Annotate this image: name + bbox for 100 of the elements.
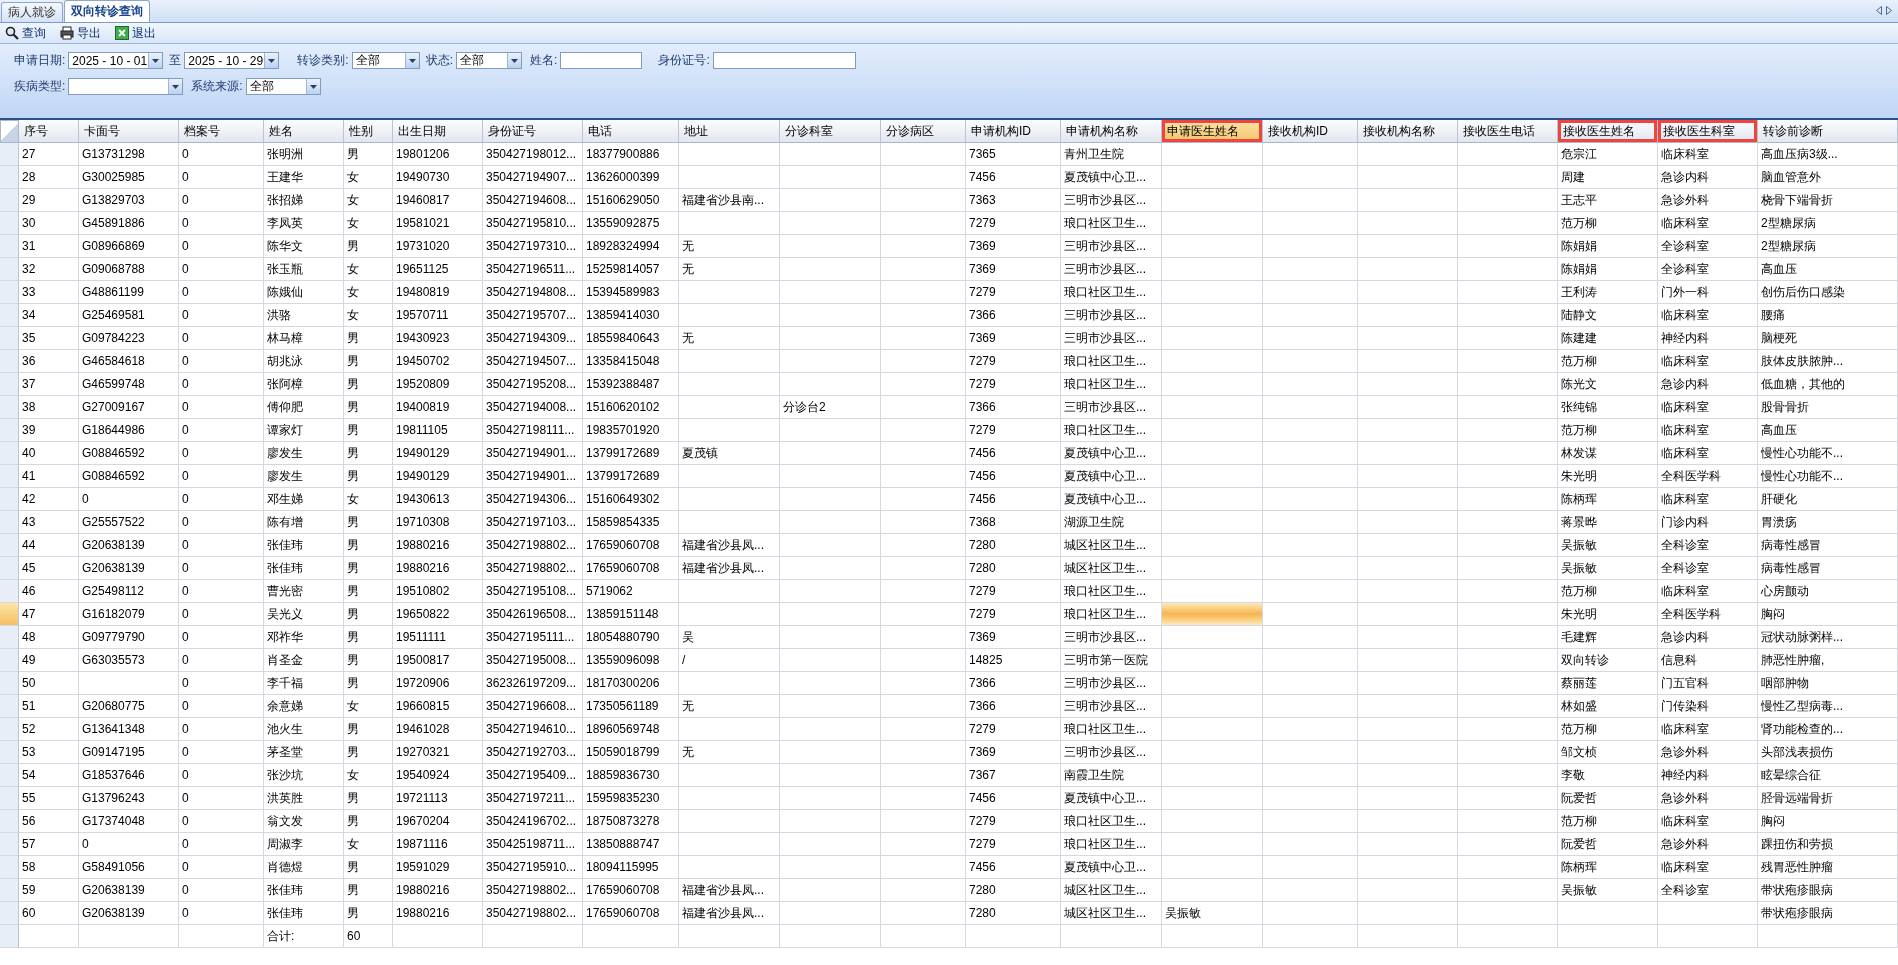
table-cell: 南霞卫生院 bbox=[1061, 764, 1162, 787]
row-selector[interactable] bbox=[0, 925, 19, 948]
column-header[interactable]: 地址 bbox=[679, 120, 780, 143]
dropdown[interactable]: 全部 bbox=[245, 78, 321, 95]
select-all-corner[interactable] bbox=[0, 120, 19, 143]
row-selector[interactable] bbox=[0, 396, 19, 419]
column-header[interactable]: 接收医生科室 bbox=[1658, 120, 1758, 143]
tab[interactable]: 病人就诊 bbox=[1, 2, 63, 22]
column-header[interactable]: 申请机构ID bbox=[966, 120, 1061, 143]
table-cell: 0 bbox=[179, 350, 264, 373]
row-selector[interactable] bbox=[0, 718, 19, 741]
row-selector[interactable] bbox=[0, 281, 19, 304]
date-picker[interactable]: 2025 - 10 - 29 bbox=[184, 52, 280, 69]
date-picker[interactable]: 2025 - 10 - 01 bbox=[68, 52, 164, 69]
toolbar-button[interactable]: 导出 bbox=[58, 24, 103, 42]
row-selector[interactable] bbox=[0, 511, 19, 534]
row-selector[interactable] bbox=[0, 787, 19, 810]
table-cell: 17659060708 bbox=[583, 879, 679, 902]
table-cell: G25557522 bbox=[79, 511, 179, 534]
table-cell: 青州卫生院 bbox=[1061, 143, 1162, 166]
scroll-right-icon[interactable] bbox=[1886, 6, 1892, 15]
table-cell: 7456 bbox=[966, 856, 1061, 879]
column-header[interactable]: 性别 bbox=[344, 120, 393, 143]
field-label: 疾病类型: bbox=[14, 78, 66, 95]
row-selector[interactable] bbox=[0, 580, 19, 603]
column-header[interactable]: 接收医生姓名 bbox=[1558, 120, 1658, 143]
scroll-left-icon[interactable] bbox=[1876, 6, 1882, 15]
column-header[interactable]: 电话 bbox=[583, 120, 679, 143]
table-cell: 2型糖尿病 bbox=[1758, 212, 1898, 235]
table-cell: 男 bbox=[344, 511, 393, 534]
table-cell: 无 bbox=[679, 695, 780, 718]
table-cell: 夏茂镇中心卫... bbox=[1061, 442, 1162, 465]
table-cell: 男 bbox=[344, 902, 393, 925]
column-header[interactable]: 身份证号 bbox=[483, 120, 583, 143]
row-selector[interactable] bbox=[0, 465, 19, 488]
column-header[interactable]: 姓名 bbox=[264, 120, 344, 143]
row-selector[interactable] bbox=[0, 488, 19, 511]
column-header[interactable]: 序号 bbox=[19, 120, 79, 143]
row-selector[interactable] bbox=[0, 902, 19, 925]
row-selector[interactable] bbox=[0, 649, 19, 672]
row-selector[interactable] bbox=[0, 810, 19, 833]
column-header[interactable]: 卡面号 bbox=[79, 120, 179, 143]
row-selector[interactable] bbox=[0, 764, 19, 787]
row-selector[interactable] bbox=[0, 258, 19, 281]
table-cell: 19880216 bbox=[393, 879, 483, 902]
column-header[interactable]: 档案号 bbox=[179, 120, 264, 143]
row-selector[interactable] bbox=[0, 419, 19, 442]
row-selector[interactable] bbox=[0, 557, 19, 580]
column-header[interactable]: 出生日期 bbox=[393, 120, 483, 143]
column-header[interactable]: 接收机构ID bbox=[1263, 120, 1358, 143]
input-field[interactable] bbox=[560, 52, 643, 69]
table-cell: 15859854335 bbox=[583, 511, 679, 534]
column-header[interactable]: 接收机构名称 bbox=[1358, 120, 1458, 143]
toolbar-button[interactable]: 查询 bbox=[3, 24, 48, 42]
input-field[interactable] bbox=[712, 52, 856, 69]
table-cell: 18960569748 bbox=[583, 718, 679, 741]
table-cell: 急诊外科 bbox=[1658, 787, 1758, 810]
column-header[interactable]: 申请医生姓名 bbox=[1162, 120, 1263, 143]
table-cell: 7280 bbox=[966, 902, 1061, 925]
table-cell: 51 bbox=[19, 695, 79, 718]
column-header[interactable]: 分诊病区 bbox=[881, 120, 966, 143]
row-selector[interactable] bbox=[0, 166, 19, 189]
table-cell: 陈娥仙 bbox=[264, 281, 344, 304]
toolbar-button[interactable]: 退出 bbox=[113, 24, 158, 42]
column-header[interactable]: 分诊科室 bbox=[780, 120, 881, 143]
row-selector[interactable] bbox=[0, 626, 19, 649]
row-selector[interactable] bbox=[0, 327, 19, 350]
row-selector[interactable] bbox=[0, 856, 19, 879]
row-selector[interactable] bbox=[0, 603, 19, 626]
table-cell: 李敬 bbox=[1558, 764, 1658, 787]
dropdown[interactable] bbox=[68, 78, 184, 95]
column-header[interactable]: 接收医生电话 bbox=[1458, 120, 1558, 143]
row-selector[interactable] bbox=[0, 304, 19, 327]
table-cell: 男 bbox=[344, 626, 393, 649]
column-header[interactable]: 转诊前诊断 bbox=[1758, 120, 1898, 143]
field-label: 身份证号: bbox=[658, 52, 710, 69]
row-selector[interactable] bbox=[0, 373, 19, 396]
table-cell: G45891886 bbox=[79, 212, 179, 235]
table-cell: 临床科室 bbox=[1658, 442, 1758, 465]
table-cell: 夏茂镇中心卫... bbox=[1061, 166, 1162, 189]
row-selector[interactable] bbox=[0, 143, 19, 166]
table-cell: G30025985 bbox=[79, 166, 179, 189]
table-cell: 琅口社区卫生... bbox=[1061, 350, 1162, 373]
row-selector[interactable] bbox=[0, 672, 19, 695]
row-selector[interactable] bbox=[0, 235, 19, 258]
row-selector[interactable] bbox=[0, 833, 19, 856]
row-selector[interactable] bbox=[0, 212, 19, 235]
row-selector[interactable] bbox=[0, 350, 19, 373]
table-cell: 19461028 bbox=[393, 718, 483, 741]
tab[interactable]: 双向转诊查询 bbox=[64, 0, 150, 22]
row-selector[interactable] bbox=[0, 695, 19, 718]
row-selector[interactable] bbox=[0, 741, 19, 764]
row-selector[interactable] bbox=[0, 442, 19, 465]
dropdown[interactable]: 全部 bbox=[456, 52, 523, 69]
row-selector[interactable] bbox=[0, 189, 19, 212]
table-cell: 19570711 bbox=[393, 304, 483, 327]
table-cell: 0 bbox=[179, 672, 264, 695]
row-selector[interactable] bbox=[0, 879, 19, 902]
row-selector[interactable] bbox=[0, 534, 19, 557]
dropdown[interactable]: 全部 bbox=[351, 52, 420, 69]
